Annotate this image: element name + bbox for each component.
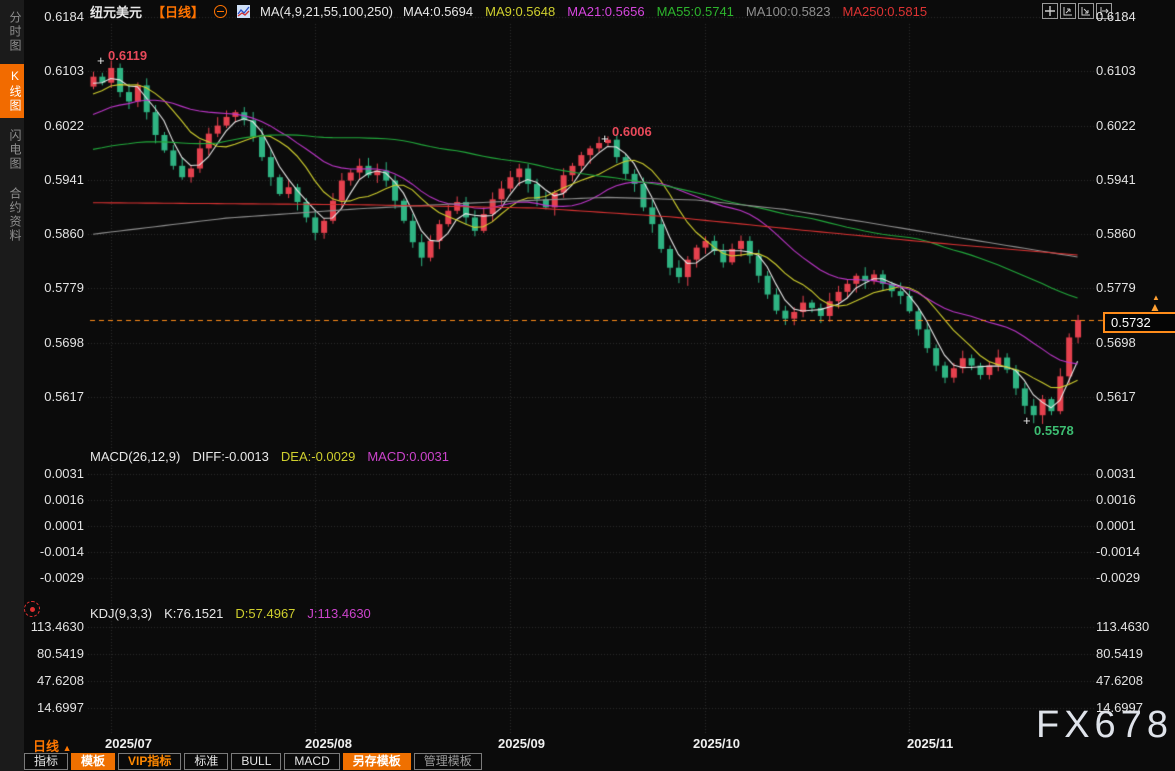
toolbar-tab-2[interactable]: VIP指标 — [118, 753, 181, 770]
sidebar-item-tab2[interactable]: 闪电图 — [0, 124, 24, 176]
main-axis-label-left-2: 0.6022 — [22, 118, 84, 133]
chart-header: 纽元美元 【日线】 MA(4,9,21,55,100,250) MA4:0.56… — [90, 2, 927, 21]
kdj-axis-label-right-0: 113.4630 — [1096, 619, 1158, 634]
kdj-axis-label-left-2: 47.6208 — [22, 673, 84, 688]
main-axis-label-right-2: 0.6022 — [1096, 118, 1158, 133]
macd-axis-label-right-3: -0.0014 — [1096, 544, 1158, 559]
main-axis-label-right-4: 0.5860 — [1096, 226, 1158, 241]
main-axis-label-left-4: 0.5860 — [22, 226, 84, 241]
swing-high-marker: + — [97, 53, 105, 68]
sidebar-item-kline[interactable]: K线图 — [0, 64, 24, 118]
ma-values: MA4:0.5694 MA9:0.5648 MA21:0.5656 MA55:0.57… — [403, 4, 927, 19]
price-chart-canvas[interactable] — [0, 0, 1175, 771]
sidebar-item-tab0[interactable]: 分时图 — [0, 6, 24, 58]
main-axis-label-left-7: 0.5617 — [22, 389, 84, 404]
toolbar-tab-0[interactable]: 指标 — [24, 753, 68, 770]
macd-diff-value: DIFF:-0.0013 — [192, 449, 269, 464]
toolbar-tab-5[interactable]: MACD — [284, 753, 339, 770]
x-axis-label-3: 2025/10 — [693, 736, 740, 751]
macd-axis-label-left-0: 0.0031 — [22, 466, 84, 481]
main-axis-label-right-5: 0.5779 — [1096, 280, 1158, 295]
ma-settings-label: MA(4,9,21,55,100,250) — [260, 4, 393, 19]
ma-value-0: MA4:0.5694 — [403, 4, 473, 19]
swing-low-annotation: 0.5578 — [1034, 423, 1074, 438]
toolbar-tab-6[interactable]: 另存模板 — [343, 753, 411, 770]
macd-axis-label-right-4: -0.0029 — [1096, 570, 1158, 585]
main-axis-label-left-6: 0.5698 — [22, 335, 84, 350]
main-axis-label-left-5: 0.5779 — [22, 280, 84, 295]
last-price-tag: 0.5732 — [1103, 312, 1175, 333]
main-axis-label-right-1: 0.6103 — [1096, 63, 1158, 78]
ma-value-5: MA250:0.5815 — [843, 4, 928, 19]
macd-hist-value: MACD:0.0031 — [367, 449, 449, 464]
period-selector-arrow-icon: ▲ — [63, 743, 72, 753]
period-tag: 【日线】 — [152, 2, 204, 21]
kdj-j-value: J:113.4630 — [307, 606, 370, 621]
alert-icon[interactable] — [24, 601, 40, 617]
swing-low-marker: + — [1023, 413, 1031, 428]
toolbar-tab-3[interactable]: 标准 — [184, 753, 228, 770]
secondary-high-marker: + — [601, 131, 609, 146]
main-axis-label-right-0: 0.6184 — [1096, 9, 1158, 24]
main-axis-label-left-3: 0.5941 — [22, 172, 84, 187]
price-up-arrow-icon: ▲ — [1149, 301, 1161, 313]
kdj-header: KDJ(9,3,3) K:76.1521 D:57.4967 J:113.463… — [90, 606, 371, 621]
toolbar-tab-7[interactable]: 管理模板 — [414, 753, 482, 770]
macd-settings-label: MACD(26,12,9) — [90, 449, 180, 464]
macd-axis-label-left-4: -0.0029 — [22, 570, 84, 585]
toolbar-tab-4[interactable]: BULL — [231, 753, 281, 770]
sidebar-item-tab3[interactable]: 合约资料 — [0, 182, 24, 248]
kdj-axis-label-right-1: 80.5419 — [1096, 646, 1158, 661]
scale-axis-left-icon[interactable] — [1060, 3, 1076, 19]
kdj-axis-label-right-3: 14.6997 — [1096, 700, 1158, 715]
ma-value-4: MA100:0.5823 — [746, 4, 831, 19]
x-axis-label-4: 2025/11 — [907, 736, 953, 751]
kdj-settings-label: KDJ(9,3,3) — [90, 606, 152, 621]
move-chart-icon[interactable] — [1042, 3, 1058, 19]
swing-high-annotation: 0.6119 — [108, 48, 147, 63]
macd-axis-label-right-2: 0.0001 — [1096, 518, 1158, 533]
kdj-axis-label-left-3: 14.6997 — [22, 700, 84, 715]
alert-dot-core — [30, 607, 35, 612]
kdj-axis-label-right-2: 47.6208 — [1096, 673, 1158, 688]
main-axis-label-right-3: 0.5941 — [1096, 172, 1158, 187]
main-axis-label-left-0: 0.6184 — [22, 9, 84, 24]
secondary-high-annotation: 0.6006 — [612, 124, 652, 139]
x-axis-label-2: 2025/09 — [498, 736, 545, 751]
main-axis-label-right-6: 0.5698 — [1096, 335, 1158, 350]
trading-app: 分时图 K线图闪电图合约资料 纽元美元 【日线】 MA(4,9,21,55,100… — [0, 0, 1175, 771]
chart-style-icon[interactable] — [237, 5, 250, 18]
kdj-d-value: D:57.4967 — [235, 606, 295, 621]
kdj-axis-label-left-0: 113.4630 — [22, 619, 84, 634]
bottom-toolbar: 指标模板VIP指标标准BULLMACD另存模板管理模板 — [24, 753, 482, 770]
x-axis-label-0: 2025/07 — [105, 736, 152, 751]
macd-header: MACD(26,12,9) DIFF:-0.0013 DEA:-0.0029 M… — [90, 449, 449, 464]
macd-axis-label-right-0: 0.0031 — [1096, 466, 1158, 481]
macd-axis-label-right-1: 0.0016 — [1096, 492, 1158, 507]
toolbar-tab-1[interactable]: 模板 — [71, 753, 115, 770]
kdj-k-value: K:76.1521 — [164, 606, 223, 621]
x-axis-row: 日线 ▲ 2025/07 2025/08 2025/09 2025/10 2025/11 — [0, 735, 1175, 753]
symbol-title: 纽元美元 — [90, 2, 142, 21]
ma-value-3: MA55:0.5741 — [657, 4, 734, 19]
sidebar: 分时图 K线图闪电图合约资料 — [0, 0, 24, 771]
macd-axis-label-left-3: -0.0014 — [22, 544, 84, 559]
macd-dea-value: DEA:-0.0029 — [281, 449, 355, 464]
x-axis-label-1: 2025/08 — [305, 736, 352, 751]
macd-axis-label-left-1: 0.0016 — [22, 492, 84, 507]
ma-value-1: MA9:0.5648 — [485, 4, 555, 19]
macd-axis-label-left-2: 0.0001 — [22, 518, 84, 533]
ma-value-2: MA21:0.5656 — [567, 4, 644, 19]
main-axis-label-right-7: 0.5617 — [1096, 389, 1158, 404]
kdj-axis-label-left-1: 80.5419 — [22, 646, 84, 661]
price-up-arrow-small-icon: ▲ — [1152, 294, 1160, 302]
period-selector-label: 日线 — [33, 739, 59, 754]
main-axis-label-left-1: 0.6103 — [22, 63, 84, 78]
scale-axis-right-icon[interactable] — [1078, 3, 1094, 19]
collapse-icon[interactable] — [214, 5, 227, 18]
